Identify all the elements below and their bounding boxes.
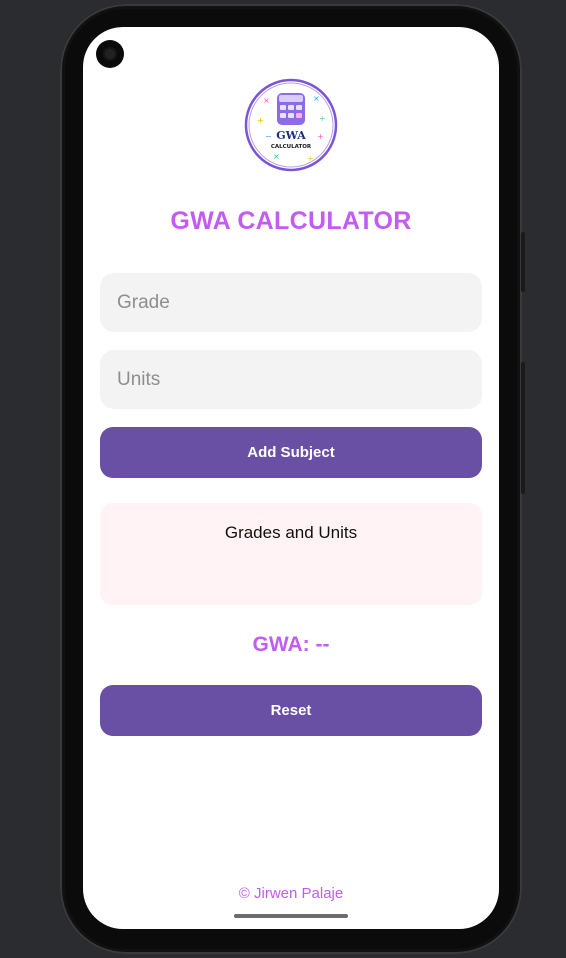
grades-list: Grades and Units — [100, 503, 482, 605]
svg-text:×: × — [263, 96, 270, 105]
svg-text:+: + — [257, 116, 264, 125]
grades-list-title: Grades and Units — [224, 523, 358, 542]
calculator-icon: × × + ÷ − + × ÷ GWA CALCULATOR — [244, 78, 338, 172]
svg-text:+: + — [317, 132, 324, 141]
units-field[interactable] — [100, 350, 482, 409]
svg-text:÷: ÷ — [307, 154, 314, 163]
svg-text:−: − — [265, 132, 272, 141]
logo-sub-text: CALCULATOR — [271, 144, 312, 150]
power-button — [521, 232, 525, 292]
units-input[interactable] — [100, 350, 482, 409]
volume-button — [521, 362, 525, 494]
home-indicator[interactable] — [234, 914, 348, 918]
camera-icon — [96, 40, 124, 68]
add-subject-button[interactable]: Add Subject — [100, 427, 482, 478]
device-stage: × × + ÷ − + × ÷ GWA CALCULATOR GWA CALCU… — [0, 0, 566, 958]
gwa-result: GWA: -- — [252, 633, 330, 656]
reset-button[interactable]: Reset — [100, 685, 482, 736]
svg-text:×: × — [273, 152, 280, 161]
svg-text:×: × — [313, 94, 320, 103]
grade-field[interactable] — [100, 273, 482, 332]
svg-text:÷: ÷ — [319, 114, 326, 123]
app-screen: × × + ÷ − + × ÷ GWA CALCULATOR GWA CALCU… — [83, 27, 499, 929]
page-title: GWA CALCULATOR — [170, 207, 412, 235]
logo-main-text: GWA — [276, 129, 306, 142]
app-logo: × × + ÷ − + × ÷ GWA CALCULATOR — [243, 77, 339, 173]
grade-input[interactable] — [100, 273, 482, 332]
footer-credit: © Jirwen Palaje — [238, 885, 344, 902]
